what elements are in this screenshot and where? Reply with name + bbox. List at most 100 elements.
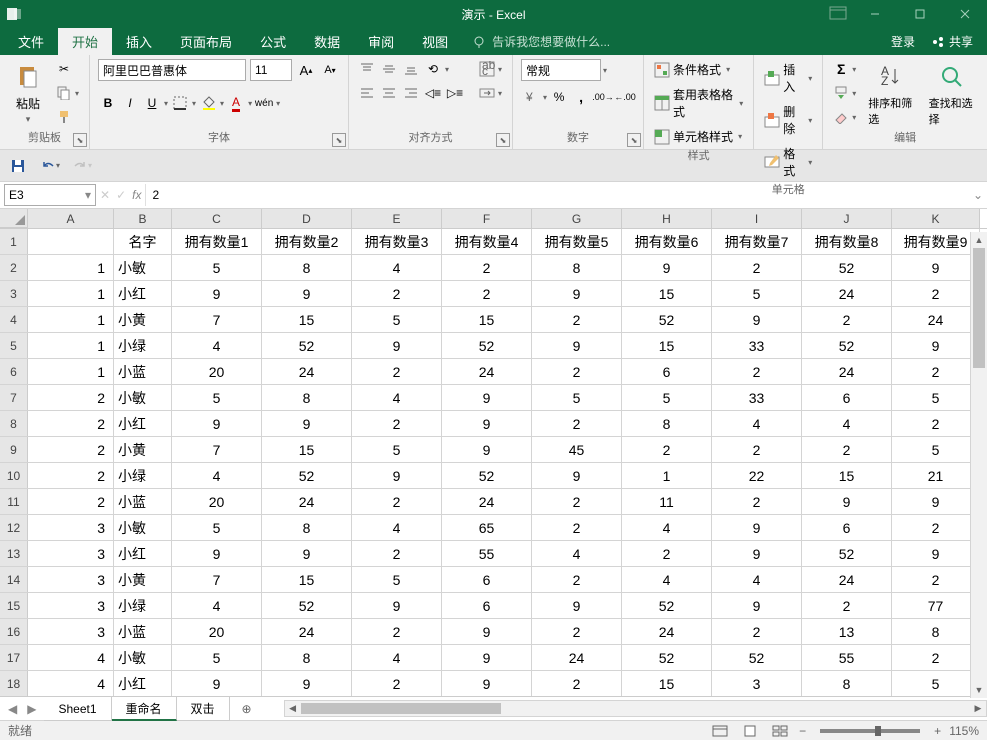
- row-header[interactable]: 3: [0, 281, 28, 306]
- scroll-down-button[interactable]: ▼: [971, 682, 987, 698]
- cell[interactable]: 2: [532, 307, 622, 332]
- insert-cell-button[interactable]: 插入▾: [762, 59, 814, 97]
- cell[interactable]: 8: [262, 385, 352, 410]
- enter-formula-button[interactable]: ✓: [116, 188, 126, 202]
- cell[interactable]: 7: [172, 567, 262, 592]
- cell[interactable]: 4: [172, 463, 262, 488]
- cell[interactable]: 3: [28, 515, 114, 540]
- cell[interactable]: 6: [802, 385, 892, 410]
- cell[interactable]: 4: [622, 515, 712, 540]
- cell[interactable]: 5: [352, 307, 442, 332]
- cell[interactable]: 24: [262, 489, 352, 514]
- cell[interactable]: 2: [28, 385, 114, 410]
- number-launcher[interactable]: ⬊: [627, 133, 641, 147]
- cell[interactable]: 5: [892, 671, 980, 696]
- cell[interactable]: 9: [532, 463, 622, 488]
- cell[interactable]: 20: [172, 489, 262, 514]
- align-center-button[interactable]: [379, 83, 399, 103]
- cell[interactable]: 3: [28, 541, 114, 566]
- font-color-button[interactable]: A: [226, 93, 246, 113]
- sheet-tab-2[interactable]: 重命名: [112, 697, 177, 721]
- column-header[interactable]: D: [262, 209, 352, 228]
- table-format-button[interactable]: 套用表格格式▾: [652, 84, 745, 122]
- cell[interactable]: 24: [802, 359, 892, 384]
- zoom-in-button[interactable]: +: [934, 724, 941, 738]
- font-name-select[interactable]: [98, 59, 246, 81]
- orientation-button[interactable]: ⟲: [423, 59, 443, 79]
- cell[interactable]: 15: [622, 333, 712, 358]
- cell[interactable]: 2: [892, 515, 980, 540]
- cell[interactable]: 24: [442, 489, 532, 514]
- redo-button[interactable]: ▾: [72, 156, 92, 176]
- align-right-button[interactable]: [401, 83, 421, 103]
- column-header[interactable]: A: [28, 209, 114, 228]
- cell[interactable]: 24: [802, 567, 892, 592]
- cell[interactable]: 52: [262, 593, 352, 618]
- tell-me-search[interactable]: 告诉我您想要做什么...: [472, 28, 610, 55]
- cell[interactable]: 7: [172, 307, 262, 332]
- cell[interactable]: 55: [802, 645, 892, 670]
- cell[interactable]: 33: [712, 333, 802, 358]
- cell[interactable]: 3: [28, 593, 114, 618]
- cell[interactable]: 拥有数量6: [622, 229, 712, 254]
- column-header[interactable]: B: [114, 209, 172, 228]
- cell[interactable]: 3: [28, 567, 114, 592]
- cell[interactable]: 9: [712, 307, 802, 332]
- cell[interactable]: 1: [622, 463, 712, 488]
- cell[interactable]: 9: [712, 593, 802, 618]
- cell[interactable]: 8: [262, 645, 352, 670]
- cell[interactable]: 15: [442, 307, 532, 332]
- normal-view-button[interactable]: [709, 722, 731, 740]
- cell[interactable]: 拥有数量7: [712, 229, 802, 254]
- wrap-text-button[interactable]: abc▾: [477, 59, 504, 79]
- row-header[interactable]: 1: [0, 229, 28, 254]
- formula-input[interactable]: 2: [145, 184, 969, 206]
- cell[interactable]: 15: [262, 437, 352, 462]
- merge-button[interactable]: ▾: [477, 83, 504, 103]
- cell[interactable]: 52: [802, 255, 892, 280]
- ribbon-display-icon[interactable]: [829, 6, 847, 23]
- cell[interactable]: 小绿: [114, 593, 172, 618]
- align-left-button[interactable]: [357, 83, 377, 103]
- cell[interactable]: 2: [352, 411, 442, 436]
- cell[interactable]: 8: [892, 619, 980, 644]
- cell[interactable]: 24: [262, 619, 352, 644]
- increase-indent-button[interactable]: ▷≡: [445, 83, 465, 103]
- cell[interactable]: 13: [802, 619, 892, 644]
- cell[interactable]: 9: [262, 671, 352, 696]
- cell[interactable]: 4: [352, 385, 442, 410]
- cell[interactable]: 2: [352, 541, 442, 566]
- cell[interactable]: 小红: [114, 281, 172, 306]
- decrease-indent-button[interactable]: ◁≡: [423, 83, 443, 103]
- cell[interactable]: 9: [442, 619, 532, 644]
- page-break-button[interactable]: [769, 722, 791, 740]
- row-header[interactable]: 4: [0, 307, 28, 332]
- cell[interactable]: 2: [352, 281, 442, 306]
- cell[interactable]: 小红: [114, 541, 172, 566]
- cell[interactable]: 33: [712, 385, 802, 410]
- comma-button[interactable]: ,: [571, 87, 591, 107]
- cell[interactable]: 1: [28, 333, 114, 358]
- cell[interactable]: 5: [172, 255, 262, 280]
- cell[interactable]: 1: [28, 359, 114, 384]
- delete-cell-button[interactable]: 删除▾: [762, 101, 814, 139]
- scroll-left-button[interactable]: ◀: [285, 701, 301, 716]
- cell[interactable]: 小敏: [114, 515, 172, 540]
- cell[interactable]: 8: [802, 671, 892, 696]
- paste-button[interactable]: 粘贴 ▾: [8, 59, 48, 127]
- cell[interactable]: 小黄: [114, 567, 172, 592]
- cell[interactable]: 5: [532, 385, 622, 410]
- find-select-button[interactable]: 查找和选择: [925, 59, 979, 129]
- cell[interactable]: 3: [28, 619, 114, 644]
- format-cell-button[interactable]: 格式▾: [762, 143, 814, 181]
- page-layout-button[interactable]: [739, 722, 761, 740]
- cell[interactable]: [28, 229, 114, 254]
- undo-button[interactable]: ▾: [40, 156, 60, 176]
- cell[interactable]: 5: [172, 515, 262, 540]
- cell[interactable]: 9: [172, 281, 262, 306]
- cell[interactable]: 小敏: [114, 385, 172, 410]
- row-header[interactable]: 9: [0, 437, 28, 462]
- percent-button[interactable]: %: [549, 87, 569, 107]
- accounting-button[interactable]: ¥: [521, 87, 541, 107]
- cell[interactable]: 小红: [114, 671, 172, 696]
